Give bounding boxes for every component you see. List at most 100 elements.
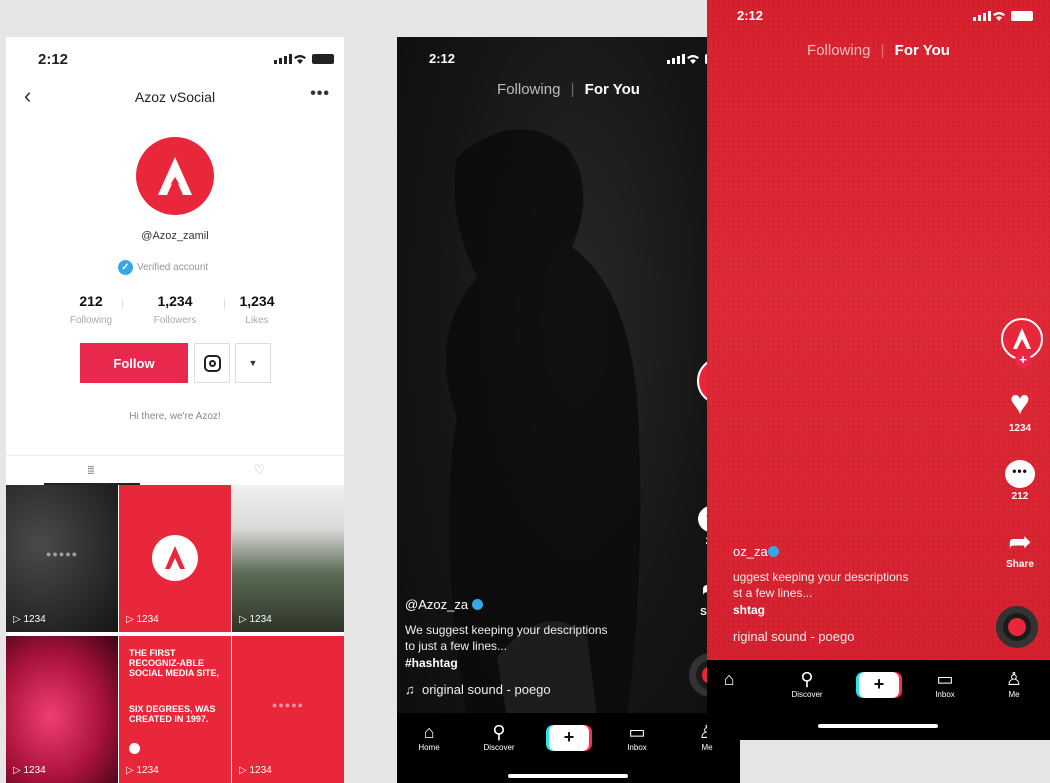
inbox-icon: ▭ bbox=[936, 669, 954, 689]
stat-value: 1,234 bbox=[157, 293, 193, 309]
tile-placeholder: ●●●●● bbox=[45, 549, 79, 559]
create-button[interactable]: + bbox=[859, 672, 899, 698]
verified-label: Verified account bbox=[137, 261, 209, 273]
profile-bio: Hi there, we're Azoz! bbox=[129, 411, 221, 422]
instagram-icon bbox=[204, 355, 221, 372]
signal-icon bbox=[667, 54, 685, 64]
status-time: 2:12 bbox=[38, 51, 69, 68]
plus-icon: + bbox=[563, 727, 575, 747]
caption-hashtag[interactable]: shtag bbox=[733, 603, 983, 617]
play-count: ▷ 1234 bbox=[126, 614, 159, 625]
dropdown-button[interactable]: ▼ bbox=[235, 343, 271, 383]
bottom-tab-bar: ⌂ Home ⚲ Discover + ▭ Inbox ♙ Me bbox=[397, 713, 740, 783]
sound-disc[interactable] bbox=[996, 606, 1038, 648]
tab-inbox[interactable]: ▭ Inbox bbox=[607, 723, 667, 752]
video-tile[interactable]: ●●●●● ▷ 1234 bbox=[232, 636, 344, 783]
profile-handle: @Azoz_zamil bbox=[141, 230, 209, 242]
play-count: ▷ 1234 bbox=[13, 614, 46, 625]
tab-label: Discover bbox=[483, 743, 515, 752]
tab-home[interactable]: ⌂ Home bbox=[399, 723, 459, 752]
stat-label: Followers bbox=[153, 315, 197, 326]
create-button[interactable]: + bbox=[549, 725, 589, 751]
signal-icon bbox=[274, 54, 292, 64]
caption-username[interactable]: @Azoz_za bbox=[405, 597, 685, 612]
stat-followers[interactable]: 1,234 Followers bbox=[130, 293, 220, 326]
caption-description: uggest keeping your descriptions st a fe… bbox=[733, 569, 983, 601]
description-line: to just a few lines... bbox=[405, 639, 508, 653]
share-action[interactable]: ➦ Share bbox=[992, 528, 1048, 571]
tab-label: Me bbox=[1008, 690, 1020, 699]
stat-divider bbox=[122, 299, 123, 309]
comment-action[interactable]: ••• 212 bbox=[992, 460, 1048, 502]
follow-button[interactable]: Follow bbox=[80, 343, 188, 383]
tab-liked[interactable]: ♡ bbox=[175, 462, 344, 478]
like-action[interactable]: ♥ 1234 bbox=[992, 386, 1048, 434]
grid-icon: ⁞⁞⁞ bbox=[87, 465, 94, 477]
tile-text: THE FIRST RECOGNIZ-ABLE SOCIAL MEDIA SIT… bbox=[129, 648, 220, 678]
play-count: ▷ 1234 bbox=[239, 765, 272, 776]
heart-lock-icon: ♡ bbox=[253, 462, 266, 477]
stat-label: Following bbox=[69, 315, 113, 326]
tab-label: Discover bbox=[791, 690, 823, 699]
home-indicator bbox=[818, 724, 938, 728]
description-line: st a few lines... bbox=[733, 586, 813, 600]
play-count: ▷ 1234 bbox=[239, 614, 272, 625]
tab-discover[interactable]: ⚲ Discover bbox=[777, 670, 837, 699]
stat-likes[interactable]: 1,234 Likes bbox=[212, 293, 302, 326]
more-options-icon[interactable]: ••• bbox=[310, 85, 330, 103]
tab-label: Inbox bbox=[935, 690, 955, 699]
status-bar: 2:12 bbox=[707, 8, 1050, 28]
battery-icon bbox=[312, 54, 334, 64]
verified-badge: ✓ Verified account bbox=[118, 259, 208, 275]
video-tile[interactable]: ●●●●● ▷ 1234 bbox=[6, 485, 118, 632]
sound-name: riginal sound - poego bbox=[733, 629, 855, 644]
caption-hashtag[interactable]: #hashtag bbox=[405, 656, 685, 670]
tab-label: Inbox bbox=[627, 743, 647, 752]
plus-icon: + bbox=[873, 674, 885, 694]
feed-top-tabs: Following | For You bbox=[707, 42, 1050, 59]
video-tile[interactable]: THE FIRST RECOGNIZ-ABLE SOCIAL MEDIA SIT… bbox=[119, 636, 231, 783]
video-tile[interactable]: ▷ 1234 bbox=[232, 485, 344, 632]
status-time: 2:12 bbox=[429, 51, 456, 66]
play-count: ▷ 1234 bbox=[13, 765, 46, 776]
wifi-icon bbox=[993, 12, 1005, 21]
sound-name: original sound - poego bbox=[421, 682, 551, 697]
video-tile[interactable]: ▷ 1234 bbox=[6, 636, 118, 783]
tab-discover[interactable]: ⚲ Discover bbox=[469, 723, 529, 752]
video-caption: @Azoz_za We suggest keeping your descrip… bbox=[405, 597, 685, 697]
status-bar: 2:12 bbox=[6, 51, 344, 71]
tab-label: Me bbox=[701, 743, 713, 752]
tab-following[interactable]: Following bbox=[807, 42, 870, 59]
home-indicator bbox=[508, 774, 628, 778]
tab-for-you[interactable]: For You bbox=[585, 81, 640, 98]
tab-following[interactable]: Following bbox=[497, 81, 560, 98]
azoz-logo-icon bbox=[158, 157, 192, 195]
tab-me[interactable]: ♙ Me bbox=[984, 670, 1044, 699]
music-note-icon: ♫ bbox=[405, 682, 415, 697]
tab-inbox[interactable]: ▭ Inbox bbox=[915, 670, 975, 699]
tab-label: Home bbox=[418, 743, 440, 752]
profile-avatar[interactable] bbox=[136, 137, 214, 215]
creator-avatar[interactable]: + bbox=[1001, 318, 1043, 368]
action-rail: + bbox=[994, 318, 1050, 368]
inbox-icon: ▭ bbox=[628, 722, 646, 742]
play-count: ▷ 1234 bbox=[126, 765, 159, 776]
tab-for-you[interactable]: For You bbox=[895, 42, 950, 59]
caption-username[interactable]: oz_za bbox=[733, 544, 983, 559]
tab-home[interactable]: ⌂ bbox=[707, 670, 759, 690]
caret-down-icon: ▼ bbox=[248, 358, 258, 368]
sound-info[interactable]: riginal sound - poego bbox=[733, 629, 983, 644]
instagram-button[interactable] bbox=[194, 343, 230, 383]
stat-label: Likes bbox=[245, 315, 269, 326]
home-icon: ⌂ bbox=[423, 722, 435, 742]
tab-videos[interactable]: ⁞⁞⁞ bbox=[6, 462, 175, 477]
follow-plus-icon[interactable]: + bbox=[1015, 352, 1031, 368]
sound-info[interactable]: ♫ original sound - poego bbox=[405, 682, 685, 697]
stat-following[interactable]: 212 Following bbox=[46, 293, 136, 326]
profile-nav: ‹ Azoz vSocial ••• bbox=[6, 83, 344, 111]
video-tile[interactable]: ▷ 1234 bbox=[119, 485, 231, 632]
profile-title: Azoz vSocial bbox=[134, 89, 216, 105]
profile-screen: 2:12 ‹ Azoz vSocial ••• @Azoz_zamil ✓ Ve… bbox=[6, 37, 344, 783]
video-caption: oz_za uggest keeping your descriptions s… bbox=[733, 544, 983, 644]
person-icon: ♙ bbox=[1005, 669, 1023, 689]
